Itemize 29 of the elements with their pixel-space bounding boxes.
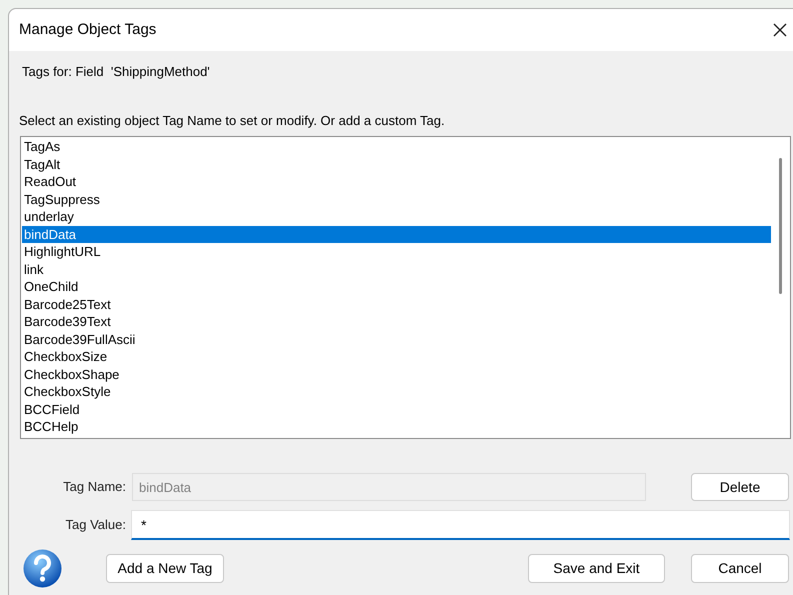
- tag-list-item[interactable]: TagAs: [22, 138, 771, 156]
- tag-list-item[interactable]: Barcode25Text: [22, 296, 771, 313]
- delete-button[interactable]: Delete: [691, 473, 789, 501]
- add-tag-button[interactable]: Add a New Tag: [106, 554, 224, 583]
- tag-name-label: Tag Name:: [62, 478, 126, 496]
- tag-list-item[interactable]: TagAlt: [22, 156, 771, 173]
- close-icon[interactable]: [773, 23, 787, 37]
- tag-list-item[interactable]: CheckboxStyle: [22, 383, 771, 400]
- help-icon[interactable]: [22, 548, 63, 589]
- tag-list-item[interactable]: link: [22, 260, 771, 278]
- tag-list-item[interactable]: TagSuppress: [22, 190, 771, 208]
- tag-value-field[interactable]: *: [131, 510, 790, 540]
- tag-list-item[interactable]: ReadOut: [22, 173, 771, 190]
- tag-list-item[interactable]: Barcode39FullAscii: [22, 330, 771, 348]
- tag-list-item[interactable]: OneChild: [22, 278, 771, 296]
- tag-list-item[interactable]: CheckboxSize: [22, 348, 771, 366]
- tag-list-item[interactable]: CheckboxShape: [22, 366, 771, 383]
- window-title: Manage Object Tags: [19, 20, 156, 40]
- tag-list-item[interactable]: BCCField: [22, 400, 771, 418]
- tag-value-label: Tag Value:: [64, 516, 126, 534]
- tag-list-item[interactable]: HighlightURL: [22, 243, 771, 260]
- cancel-button[interactable]: Cancel: [691, 554, 789, 583]
- tag-list-item[interactable]: Barcode39Text: [22, 313, 771, 330]
- save-and-exit-button[interactable]: Save and Exit: [528, 554, 665, 583]
- tag-list-item[interactable]: BCCHelp: [22, 418, 771, 436]
- tags-for-label: Tags for: Field 'ShippingMethod': [22, 63, 211, 81]
- tag-list-item[interactable]: underlay: [22, 208, 771, 226]
- tag-list-item[interactable]: bindData: [22, 226, 771, 243]
- instruction-text: Select an existing object Tag Name to set or modify. Or add a custom Tag.: [19, 112, 446, 130]
